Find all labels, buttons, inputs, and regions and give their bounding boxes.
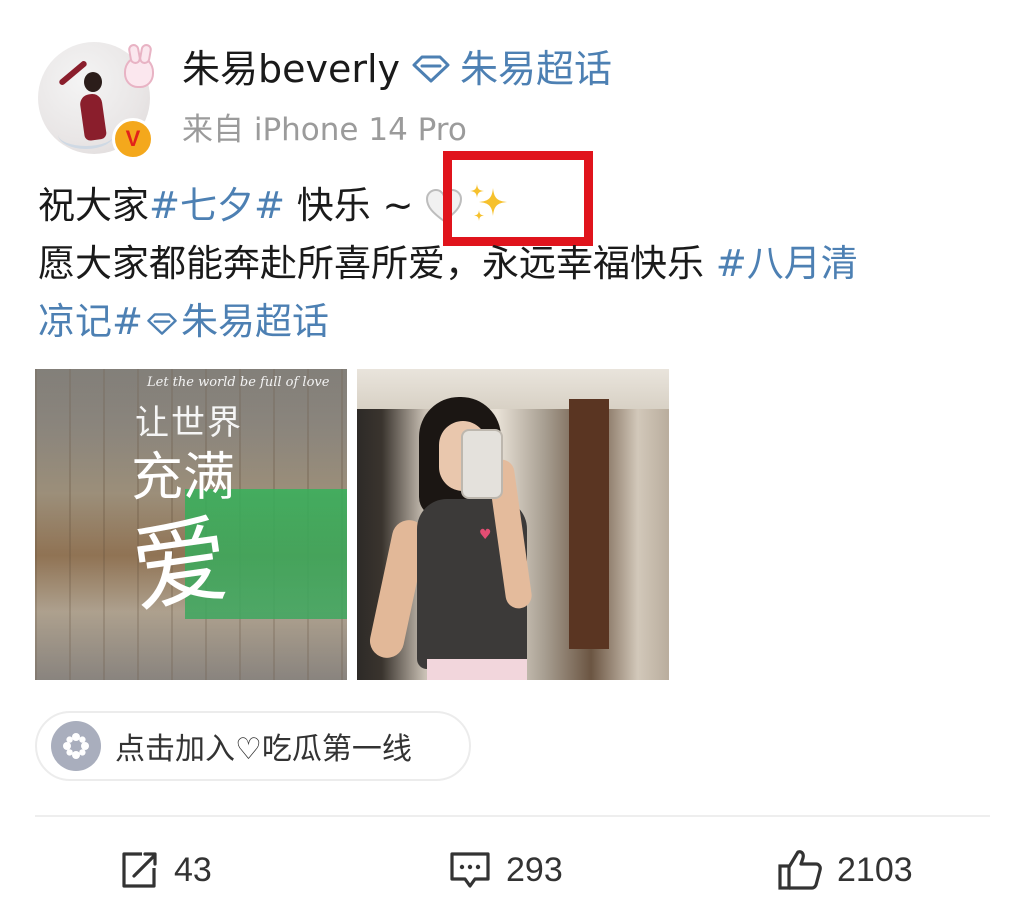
diamond-icon — [147, 313, 177, 335]
hashtag-august[interactable]: #八月清 — [716, 242, 858, 285]
avatar[interactable]: V — [38, 42, 154, 160]
hashtag-qixi[interactable]: #七夕# — [149, 184, 285, 227]
group-icon — [51, 721, 101, 771]
phone-icon — [461, 429, 503, 499]
username[interactable]: 朱易beverly — [182, 44, 400, 94]
ceiling — [357, 369, 669, 409]
join-group-pill[interactable]: 点击加入♡吃瓜第一线 — [35, 711, 471, 781]
weibo-post: V 朱易beverly 朱易超话 来自 iPhone 14 Pro 祝大家#七夕… — [0, 0, 1024, 915]
heart-logo-icon: ♥ — [479, 527, 492, 543]
text-segment: 祝大家 — [38, 184, 149, 227]
photo-script-text: Let the world be full of love — [147, 375, 330, 390]
like-count: 2103 — [837, 850, 913, 889]
highlight-box — [443, 151, 593, 246]
hashtag-august-end[interactable]: 凉记# — [38, 300, 143, 343]
photo-calligraphy-line-3: 爱 — [124, 502, 236, 628]
rabbit-icon — [124, 56, 154, 88]
post-source: 来自 iPhone 14 Pro — [182, 112, 467, 148]
repost-icon — [122, 852, 157, 888]
avatar-skater-head — [84, 72, 102, 92]
person-pants — [427, 659, 527, 680]
like-button[interactable]: 2103 — [777, 843, 913, 897]
verified-badge-icon: V — [112, 118, 154, 160]
divider — [35, 815, 990, 817]
repost-button[interactable]: 43 — [118, 843, 212, 897]
post-text-line-1: 祝大家#七夕# 快乐 ~ — [38, 178, 511, 234]
text-segment: 愿大家都能奔赴所喜所爱，永远幸福快乐 — [38, 242, 716, 285]
join-group-label: 点击加入♡吃瓜第一线 — [115, 732, 412, 767]
super-topic-label: 朱易超话 — [460, 47, 613, 91]
comment-count: 293 — [506, 850, 563, 889]
thumbs-up-icon — [778, 850, 822, 890]
comment-icon — [450, 852, 490, 888]
diamond-icon — [412, 55, 450, 83]
text-segment: 快乐 ~ — [285, 184, 426, 227]
post-text-line-2: 愿大家都能奔赴所喜所爱，永远幸福快乐 #八月清 — [38, 236, 858, 292]
door — [569, 399, 609, 649]
comment-button[interactable]: 293 — [448, 843, 563, 897]
super-topic-inline-link[interactable]: 朱易超话 — [181, 300, 329, 343]
flower-icon — [63, 733, 89, 759]
repost-count: 43 — [174, 850, 212, 889]
calligraphy-photo[interactable]: Let the world be full of love 让世界 充满 爱 — [35, 369, 347, 680]
post-text-line-3: 凉记# 朱易超话 — [38, 294, 329, 350]
super-topic-link[interactable]: 朱易超话 — [410, 44, 612, 94]
mirror-selfie-photo[interactable]: ♥ — [357, 369, 669, 680]
